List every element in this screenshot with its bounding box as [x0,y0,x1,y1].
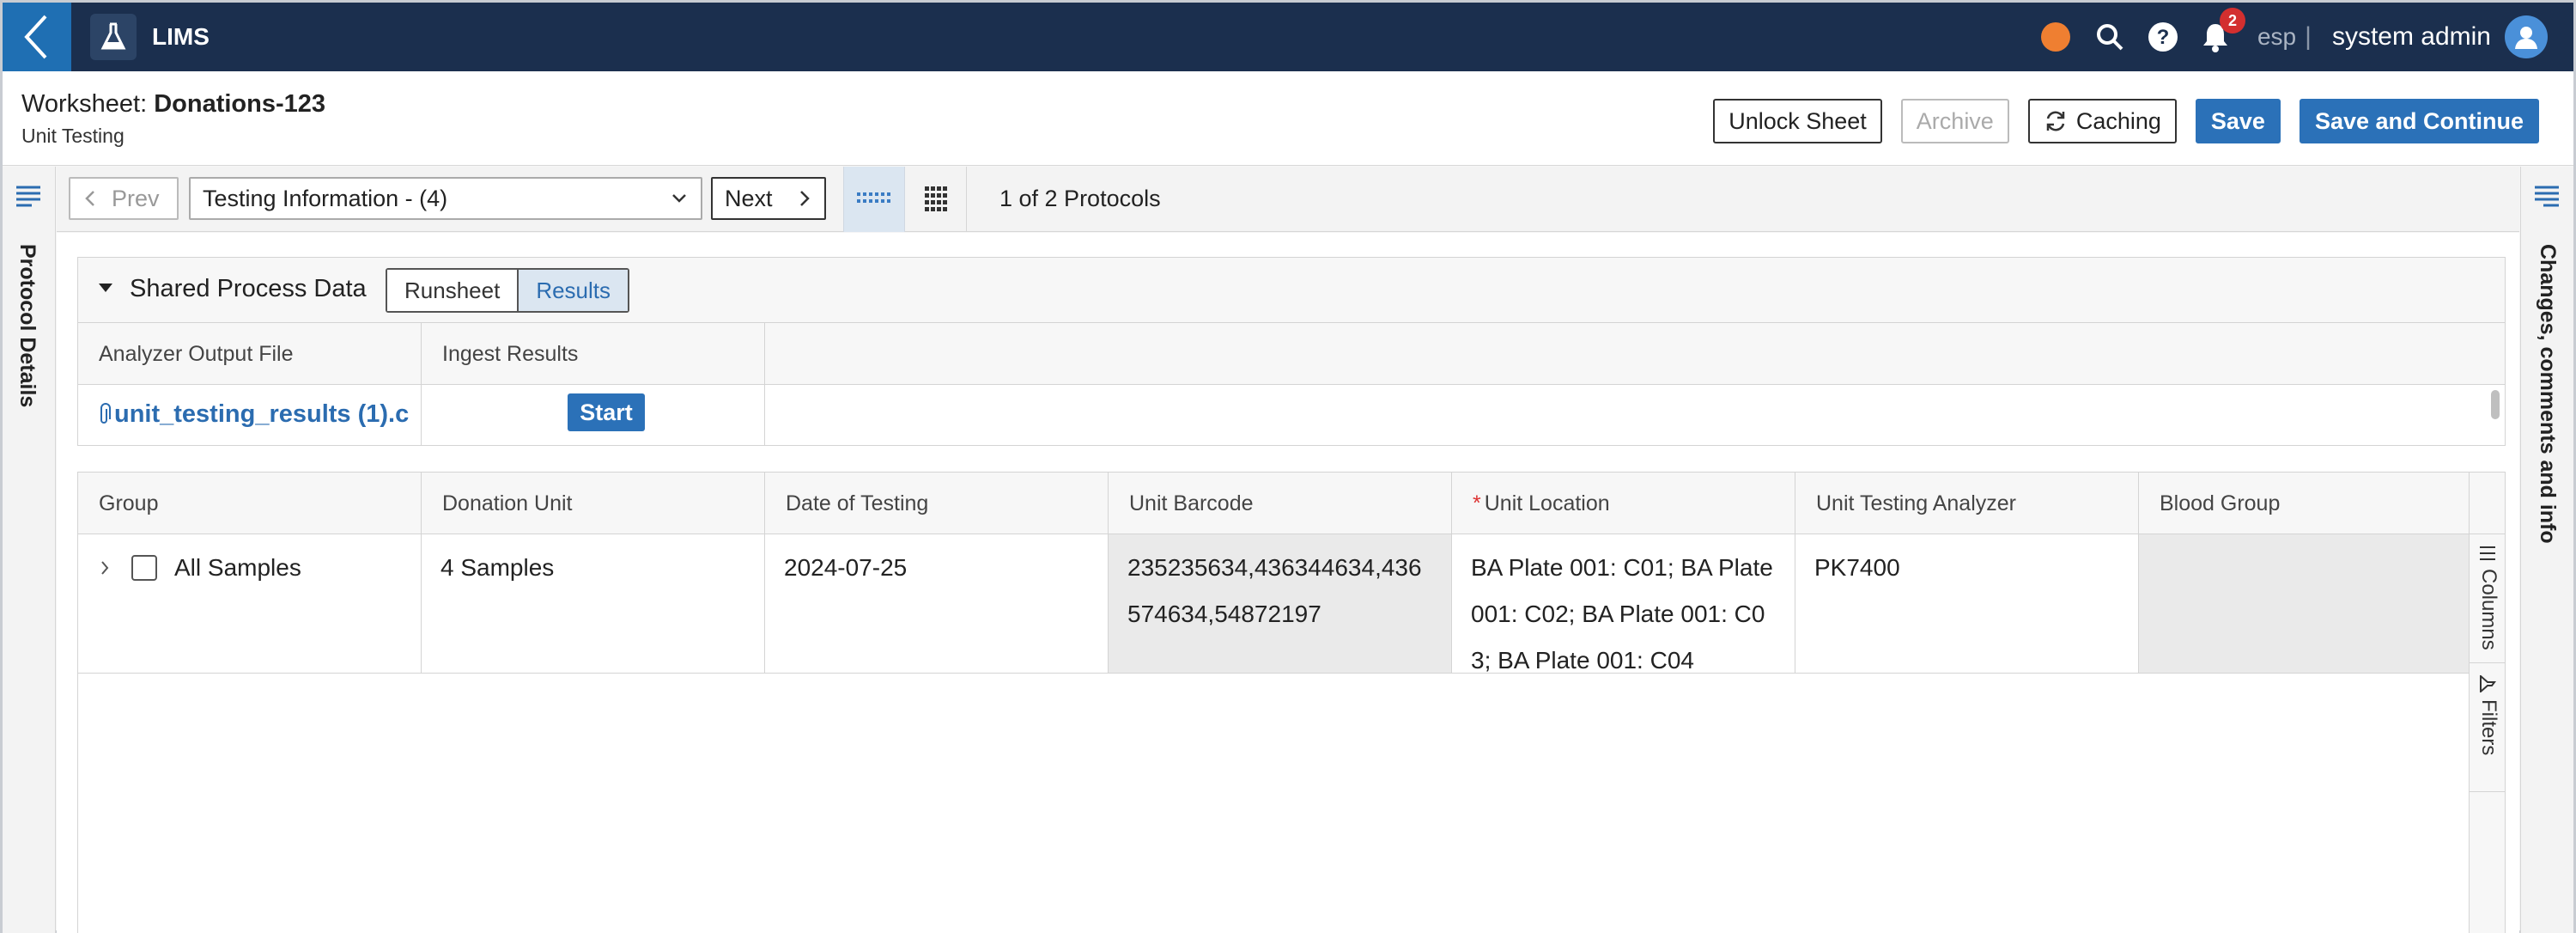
search-icon[interactable] [2094,21,2125,52]
archive-button[interactable]: Archive [1900,99,2009,143]
flask-icon [90,14,137,60]
group-name: All Samples [174,554,301,581]
column-header-unit-testing-analyzer[interactable]: Unit Testing Analyzer [1795,473,2139,534]
shared-process-title: Shared Process Data [130,275,367,302]
scrollbar[interactable] [2491,390,2500,419]
tab-runsheet[interactable]: Runsheet [387,270,519,311]
tab-results[interactable]: Results [519,270,629,311]
next-button[interactable]: Next [711,177,826,220]
columns-label: Columns [2477,569,2500,650]
status-indicator [2040,22,2070,52]
back-button[interactable] [3,3,71,71]
grid-view-icon [924,186,947,211]
chevron-right-icon[interactable] [97,545,112,591]
filter-icon [2480,675,2496,692]
column-header-unit-location[interactable]: * Unit Location [1452,473,1795,534]
prev-label: Prev [112,185,160,211]
list-icon[interactable] [2533,184,2561,208]
column-header-unit-barcode[interactable]: Unit Barcode [1109,473,1452,534]
protocol-toolbar: Prev Testing Information - (4) Next 1 of… [57,167,2519,232]
page-title: Worksheet: Donations-123 [21,90,325,119]
unit-location-header-label: Unit Location [1484,491,1610,515]
tenant-label: esp [2257,23,2297,50]
chevron-down-icon [672,194,686,203]
unit-barcode-cell: 235235634,436344634,436574634,54872197 [1109,534,1452,673]
refresh-icon [2046,111,2065,131]
protocol-select-value: Testing Information - (4) [203,185,448,211]
notification-bell-icon[interactable]: 2 [2201,8,2245,52]
changes-comments-rail[interactable]: Changes, comments and info [2520,167,2573,933]
user-avatar-icon[interactable] [2505,15,2548,58]
prev-button[interactable]: Prev [69,177,179,220]
columns-panel-toggle[interactable]: Columns [2469,534,2505,663]
svg-text:?: ? [2157,26,2170,49]
worksheet-name: Donations-123 [154,90,326,118]
column-header-donation-unit[interactable]: Donation Unit [422,473,765,534]
worksheet-content: Shared Process Data Runsheet Results Ana… [57,233,2519,933]
column-header[interactable]: Analyzer Output File [78,323,422,384]
top-nav-bar: LIMS ? 2 esp | system admin [3,3,2573,71]
shared-process-data-panel: Shared Process Data Runsheet Results Ana… [77,257,2506,446]
samples-grid: Group Donation Unit Date of Testing Unit… [77,472,2506,933]
worksheet-subtitle: Unit Testing [21,125,125,147]
unit-testing-analyzer-cell[interactable]: PK7400 [1795,534,2139,673]
shared-process-header: Shared Process Data Runsheet Results [78,258,2505,323]
column-header-date-of-testing[interactable]: Date of Testing [765,473,1109,534]
divider: | [2305,22,2312,51]
row-view-icon [857,192,890,203]
protocol-count: 1 of 2 Protocols [999,186,1161,211]
attachment-link[interactable]: unit_testing_results (1).c [78,385,421,429]
side-tool-spacer [2469,473,2505,534]
date-of-testing-cell[interactable]: 2024-07-25 [765,534,1109,673]
donation-unit-cell[interactable]: 4 Samples [422,534,765,673]
chevron-left-icon [85,191,94,206]
notification-badge: 2 [2219,8,2245,34]
column-header-group[interactable]: Group [78,473,422,534]
shared-grid-row: unit_testing_results (1).c Start [78,385,2505,445]
chevron-right-icon [800,191,810,206]
column-header[interactable]: Ingest Results [422,323,765,384]
row-checkbox[interactable] [131,555,157,581]
columns-icon [2480,546,2495,560]
caret-down-icon[interactable] [97,282,114,294]
grid-view-toggle[interactable] [905,167,967,232]
filters-label: Filters [2477,699,2500,756]
view-segmented-control: Runsheet Results [386,268,630,313]
shared-grid-header: Analyzer Output File Ingest Results [78,323,2505,385]
filters-panel-toggle[interactable]: Filters [2469,663,2505,792]
paperclip-icon [100,402,111,424]
unlock-sheet-button[interactable]: Unlock Sheet [1713,99,1882,143]
caching-label: Caching [2075,107,2161,134]
app-title: LIMS [152,23,210,50]
worksheet-label: Worksheet: [21,90,148,118]
column-header-blood-group[interactable]: Blood Group [2139,473,2470,534]
save-button[interactable]: Save [2195,99,2281,143]
samples-grid-header: Group Donation Unit Date of Testing Unit… [78,473,2505,534]
required-marker: * [1473,491,1481,515]
changes-comments-label[interactable]: Changes, comments and info [2535,244,2560,544]
group-cell: All Samples [78,534,422,673]
unit-location-cell[interactable]: BA Plate 001: C01; BA Plate 001: C02; BA… [1452,534,1795,674]
protocol-details-rail[interactable]: Protocol Details [3,167,56,933]
help-icon[interactable]: ? [2148,21,2178,52]
user-name[interactable]: system admin [2332,22,2491,52]
row-view-toggle[interactable] [843,167,905,232]
worksheet-header: Worksheet: Donations-123 Unit Testing Un… [3,71,2573,166]
list-icon[interactable] [15,184,42,208]
save-and-continue-button[interactable]: Save and Continue [2299,99,2539,143]
next-label: Next [725,185,773,211]
table-row: All Samples 4 Samples 2024-07-25 2352356… [78,534,2470,674]
blood-group-cell [2139,534,2470,673]
analyzer-output-file-cell[interactable]: unit_testing_results (1).c [78,385,422,445]
protocol-details-label[interactable]: Protocol Details [15,244,39,407]
ingest-results-cell: Start [422,385,765,445]
side-tool-filler [2469,792,2505,933]
chevron-left-icon [24,15,47,59]
file-name: unit_testing_results (1).c [114,400,410,428]
start-button[interactable]: Start [568,393,645,431]
caching-button[interactable]: Caching [2027,99,2177,143]
protocol-select[interactable]: Testing Information - (4) [189,177,702,220]
